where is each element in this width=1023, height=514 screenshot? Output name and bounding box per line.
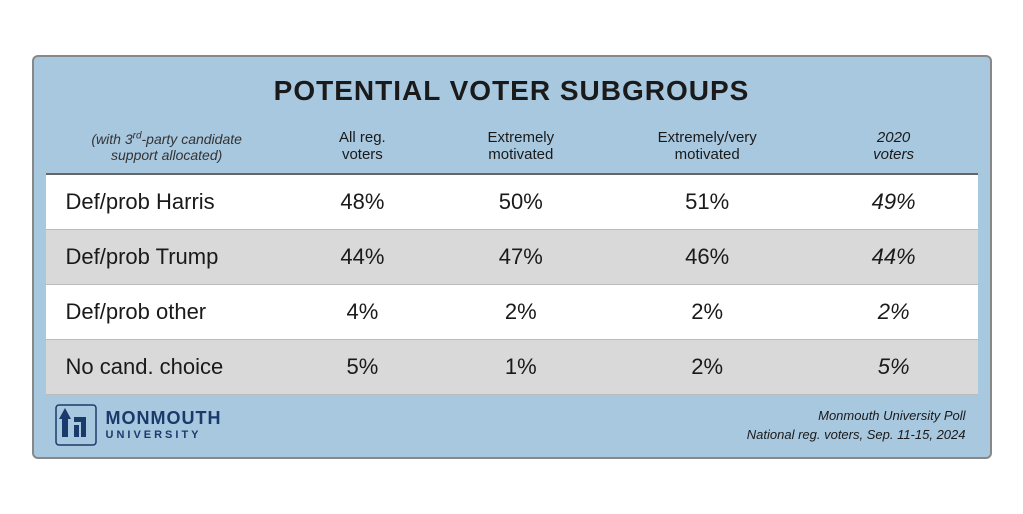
row2-col1: 4% — [288, 285, 437, 340]
header-col1: All reg.voters — [288, 119, 437, 174]
table-row: Def/prob other 4% 2% 2% 2% — [46, 285, 978, 340]
citation-line1: Monmouth University Poll — [747, 406, 966, 426]
header-col3: Extremely/verymotivated — [605, 119, 810, 174]
footer: MONMOUTH UNIVERSITY Monmouth University … — [46, 395, 978, 457]
row1-col2: 47% — [437, 230, 605, 285]
table-row: Def/prob Harris 48% 50% 51% 49% — [46, 174, 978, 230]
row2-col3: 2% — [605, 285, 810, 340]
header-col4: 2020voters — [810, 119, 978, 174]
row1-col4: 44% — [810, 230, 978, 285]
header-col0: (with 3rd-party candidatesupport allocat… — [46, 119, 288, 174]
row3-col2: 1% — [437, 340, 605, 395]
card-title: POTENTIAL VOTER SUBGROUPS — [46, 69, 978, 119]
card: POTENTIAL VOTER SUBGROUPS (with 3rd-part… — [32, 55, 992, 459]
logo-area: MONMOUTH UNIVERSITY — [54, 403, 222, 447]
row1-label: Def/prob Trump — [46, 230, 288, 285]
row0-col1: 48% — [288, 174, 437, 230]
data-table: (with 3rd-party candidatesupport allocat… — [46, 119, 978, 395]
row2-label: Def/prob other — [46, 285, 288, 340]
row2-col2: 2% — [437, 285, 605, 340]
row0-col4: 49% — [810, 174, 978, 230]
row0-col3: 51% — [605, 174, 810, 230]
table-row: Def/prob Trump 44% 47% 46% 44% — [46, 230, 978, 285]
row3-col4: 5% — [810, 340, 978, 395]
logo-university: UNIVERSITY — [106, 429, 222, 441]
row3-col1: 5% — [288, 340, 437, 395]
citation-line2: National reg. voters, Sep. 11-15, 2024 — [747, 425, 966, 445]
footer-citation: Monmouth University Poll National reg. v… — [747, 406, 966, 445]
header-col2: Extremelymotivated — [437, 119, 605, 174]
row3-label: No cand. choice — [46, 340, 288, 395]
monmouth-logo-icon — [54, 403, 98, 447]
logo-text: MONMOUTH UNIVERSITY — [106, 409, 222, 441]
table-row: No cand. choice 5% 1% 2% 5% — [46, 340, 978, 395]
row1-col3: 46% — [605, 230, 810, 285]
row2-col4: 2% — [810, 285, 978, 340]
logo-monmouth: MONMOUTH — [106, 409, 222, 429]
row1-col1: 44% — [288, 230, 437, 285]
row0-label: Def/prob Harris — [46, 174, 288, 230]
row0-col2: 50% — [437, 174, 605, 230]
row3-col3: 2% — [605, 340, 810, 395]
